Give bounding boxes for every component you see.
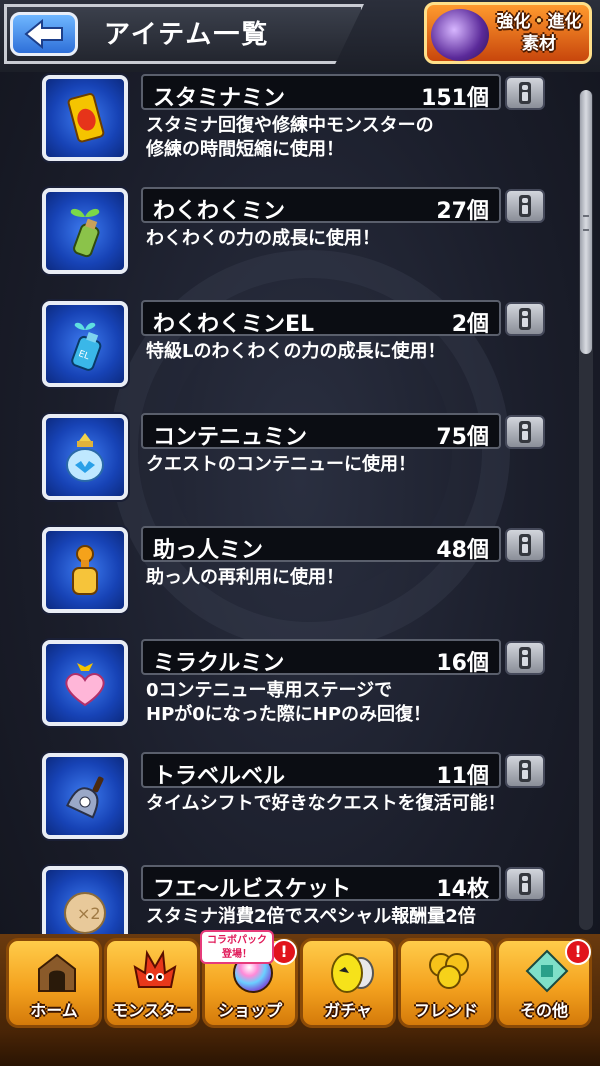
info-button[interactable] (505, 189, 545, 223)
scrollbar-thumb[interactable] (580, 90, 592, 354)
nav-gacha[interactable]: ガチャ (300, 938, 396, 1028)
item-description: わくわくの力の成長に使用！ (146, 228, 380, 249)
info-button[interactable] (505, 76, 545, 110)
info-icon (519, 534, 531, 556)
home-icon (38, 953, 76, 992)
item-description: タイムシフトで好きなクエストを復活可能！ (146, 793, 506, 814)
item-name-bar: トラベルベル 11個 (141, 752, 501, 789)
info-button[interactable] (505, 641, 545, 675)
item-count: 48個 (436, 538, 489, 563)
item-count: 11個 (436, 764, 489, 789)
info-icon (519, 873, 531, 895)
back-button[interactable] (10, 12, 78, 56)
list-item[interactable]: コンテニュミン 75個 クエストのコンテニューに使用！ (0, 411, 600, 523)
item-name: わくわくミン (153, 199, 286, 224)
header: アイテム一覧 強化・進化 素材 (0, 0, 600, 72)
nav-friend[interactable]: フレンド (398, 938, 494, 1028)
item-count: 75個 (436, 425, 489, 450)
item-icon-frame (42, 414, 128, 500)
item-name: フエ〜ルビスケット (153, 877, 352, 902)
heart-bottle-icon (65, 663, 105, 707)
list-item[interactable]: EL わくわくミンEL 2個 特級Lのわくわくの力の成長に使用！ (0, 298, 600, 410)
list-item[interactable]: スタミナミン 151個 スタミナ回復や修練中モンスターの 修練の時間短縮に使用！ (0, 72, 600, 184)
list-item[interactable]: トラベルベル 11個 タイムシフトで好きなクエストを復活可能！ (0, 750, 600, 862)
info-button[interactable] (505, 754, 545, 788)
sprout-bottle-icon (70, 208, 100, 258)
jar-icon (66, 433, 104, 482)
info-icon (519, 308, 531, 330)
info-button[interactable] (505, 415, 545, 449)
scroll-grip-icon (583, 215, 589, 231)
other-icon (525, 949, 569, 993)
item-icon-frame: EL (42, 301, 128, 387)
info-button[interactable] (505, 867, 545, 901)
item-description: クエストのコンテニューに使用！ (146, 454, 416, 475)
item-name: コンテニュミン (153, 425, 308, 450)
item-count: 2個 (451, 312, 489, 337)
bell-icon (66, 776, 104, 819)
item-icon-frame (42, 640, 128, 726)
evolve-materials-label: 強化・進化 素材 (496, 12, 582, 54)
svg-text:×2: ×2 (77, 904, 101, 923)
info-icon (519, 82, 531, 104)
item-list[interactable]: スタミナミン 151個 スタミナ回復や修練中モンスターの 修練の時間短縮に使用！… (0, 72, 600, 934)
list-item[interactable]: ×2 フエ〜ルビスケット 14枚 スタミナ消費2倍でスペシャル報酬量2倍 (0, 863, 600, 934)
monster-icon (133, 949, 177, 988)
page-title: アイテム一覧 (104, 20, 270, 50)
item-icon-frame (42, 753, 128, 839)
item-name-bar: わくわくミン 27個 (141, 187, 501, 224)
info-icon (519, 760, 531, 782)
info-button[interactable] (505, 302, 545, 336)
info-icon (519, 195, 531, 217)
item-icon-frame (42, 188, 128, 274)
can-icon (67, 93, 105, 143)
biscuit-icon: ×2 (64, 892, 106, 934)
item-name: ミラクルミン (153, 651, 285, 676)
nav-other[interactable]: その他 ! (496, 938, 592, 1028)
item-description: スタミナ回復や修練中モンスターの 修練の時間短縮に使用！ (146, 115, 434, 160)
nav-home[interactable]: ホーム (6, 938, 102, 1028)
info-button[interactable] (505, 528, 545, 562)
scrollbar[interactable] (579, 90, 593, 930)
info-icon (519, 421, 531, 443)
item-description: スタミナ消費2倍でスペシャル報酬量2倍 (146, 906, 476, 927)
item-name: トラベルベル (153, 764, 286, 789)
notification-badge: ! (271, 939, 297, 965)
item-count: 14枚 (436, 877, 489, 902)
item-description: 0コンテニュー専用ステージで HPが0になった際にHPのみ回復！ (146, 680, 432, 725)
item-icon-frame (42, 527, 128, 613)
item-name: スタミナミン (153, 86, 286, 111)
item-name-bar: わくわくミンEL 2個 (141, 300, 501, 337)
bottom-bar (0, 1030, 600, 1066)
item-name-bar: スタミナミン 151個 (141, 74, 501, 111)
el-bottle-icon: EL (71, 322, 102, 371)
gacha-egg-icon (331, 953, 374, 993)
item-count: 27個 (436, 199, 489, 224)
item-name-bar: フエ〜ルビスケット 14枚 (141, 865, 501, 902)
item-description: 助っ人の再利用に使用！ (146, 567, 344, 588)
helper-bottle-icon (72, 545, 98, 595)
item-name-bar: ミラクルミン 16個 (141, 639, 501, 676)
collab-pack-badge[interactable]: コラボパック 登場！ (200, 930, 274, 964)
item-count: 151個 (421, 86, 489, 111)
item-icon-frame (42, 75, 128, 161)
item-name: わくわくミンEL (153, 312, 315, 337)
nav-monster[interactable]: モンスター (104, 938, 200, 1028)
item-count: 16個 (436, 651, 489, 676)
list-item[interactable]: 助っ人ミン 48個 助っ人の再利用に使用！ (0, 524, 600, 636)
item-icon-frame: ×2 (42, 866, 128, 934)
notification-badge: ! (565, 939, 591, 965)
item-description: 特級Lのわくわくの力の成長に使用！ (146, 341, 446, 362)
friend-balloons-icon (429, 953, 469, 989)
item-name-bar: 助っ人ミン 48個 (141, 526, 501, 563)
list-item[interactable]: ミラクルミン 16個 0コンテニュー専用ステージで HPが0になった際にHPのみ… (0, 637, 600, 749)
info-icon (519, 647, 531, 669)
item-name-bar: コンテニュミン 75個 (141, 413, 501, 450)
item-name: 助っ人ミン (153, 538, 264, 563)
materials-orb-icon (431, 9, 489, 61)
back-arrow-icon (24, 19, 63, 49)
evolve-materials-button[interactable]: 強化・進化 素材 (424, 2, 592, 64)
list-item[interactable]: わくわくミン 27個 わくわくの力の成長に使用！ (0, 185, 600, 297)
